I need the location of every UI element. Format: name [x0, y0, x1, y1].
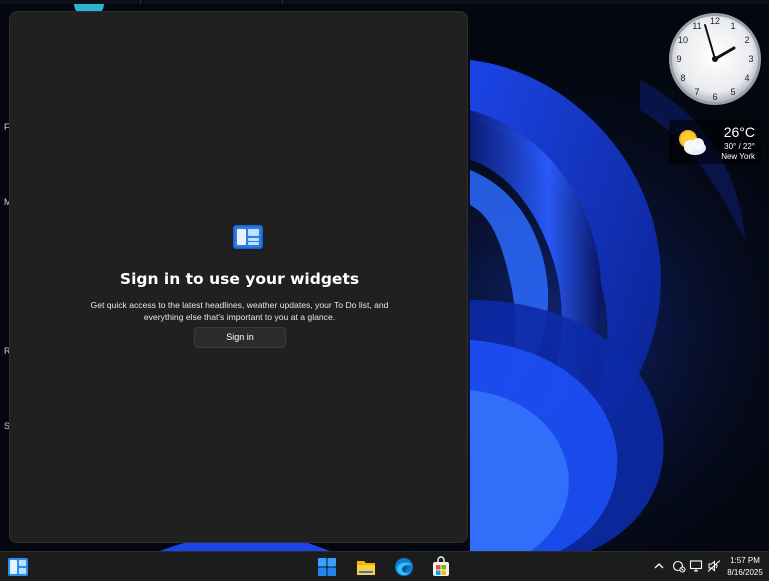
clock-numeral: 9: [676, 54, 681, 64]
clock-numeral: 6: [712, 92, 717, 102]
clock-numeral: 5: [730, 87, 735, 97]
clock-numeral: 12: [710, 16, 720, 26]
weather-gadget[interactable]: 26°C 30° / 22° New York: [669, 120, 761, 164]
top-strip-segment: [145, 0, 283, 4]
start-button[interactable]: [316, 556, 338, 578]
file-explorer-button[interactable]: [355, 556, 377, 578]
clock-numeral: 7: [694, 87, 699, 97]
top-strip-segment: [0, 0, 141, 4]
display-icon[interactable]: [689, 559, 703, 573]
network-icon[interactable]: [672, 559, 686, 573]
panel-title: Sign in to use your widgets: [119, 270, 360, 288]
show-hidden-icons-chevron-icon[interactable]: [652, 559, 666, 573]
store-icon: [433, 556, 449, 576]
widgets-icon: [8, 558, 28, 576]
edge-button[interactable]: [393, 556, 415, 578]
folder-icon: [357, 561, 375, 575]
desktop: F M R S 12 1 2 3 4 5 6 7 8 9 10 11 26°C …: [0, 0, 769, 551]
clock-gadget[interactable]: 12 1 2 3 4 5 6 7 8 9 10 11: [667, 11, 763, 107]
store-button[interactable]: [430, 556, 452, 578]
clock-numeral: 8: [680, 73, 685, 83]
volume-muted-icon[interactable]: [707, 559, 721, 573]
panel-description: Get quick access to the latest headlines…: [90, 300, 389, 322]
taskbar: 1:57 PM 8/16/2025: [0, 551, 769, 581]
clock-numeral: 1: [730, 21, 735, 31]
system-clock[interactable]: 1:57 PM 8/16/2025: [724, 555, 766, 579]
top-window-strip: [0, 0, 769, 4]
partly-cloudy-icon: [679, 130, 706, 155]
clock-numeral: 2: [744, 35, 749, 45]
analog-clock-icon: 12 1 2 3 4 5 6 7 8 9 10 11: [669, 13, 761, 105]
weather-range: 30° / 22°: [724, 142, 755, 151]
system-time: 1:57 PM: [730, 556, 760, 565]
widgets-panel: Sign in to use your widgets Get quick ac…: [9, 11, 468, 543]
windows-logo-icon: [318, 558, 336, 576]
weather-city: New York: [721, 152, 755, 161]
clock-numeral: 10: [678, 35, 688, 45]
edge-icon: [395, 558, 413, 576]
taskbar-widgets-button[interactable]: [7, 556, 29, 578]
weather-temperature: 26°C: [723, 124, 755, 140]
clock-numeral: 11: [692, 21, 701, 31]
widgets-board-icon: [233, 225, 263, 249]
clock-numeral: 4: [744, 73, 749, 83]
system-date: 8/16/2025: [727, 568, 763, 577]
sign-in-button[interactable]: Sign in: [194, 327, 286, 348]
clock-numeral: 3: [748, 54, 753, 64]
